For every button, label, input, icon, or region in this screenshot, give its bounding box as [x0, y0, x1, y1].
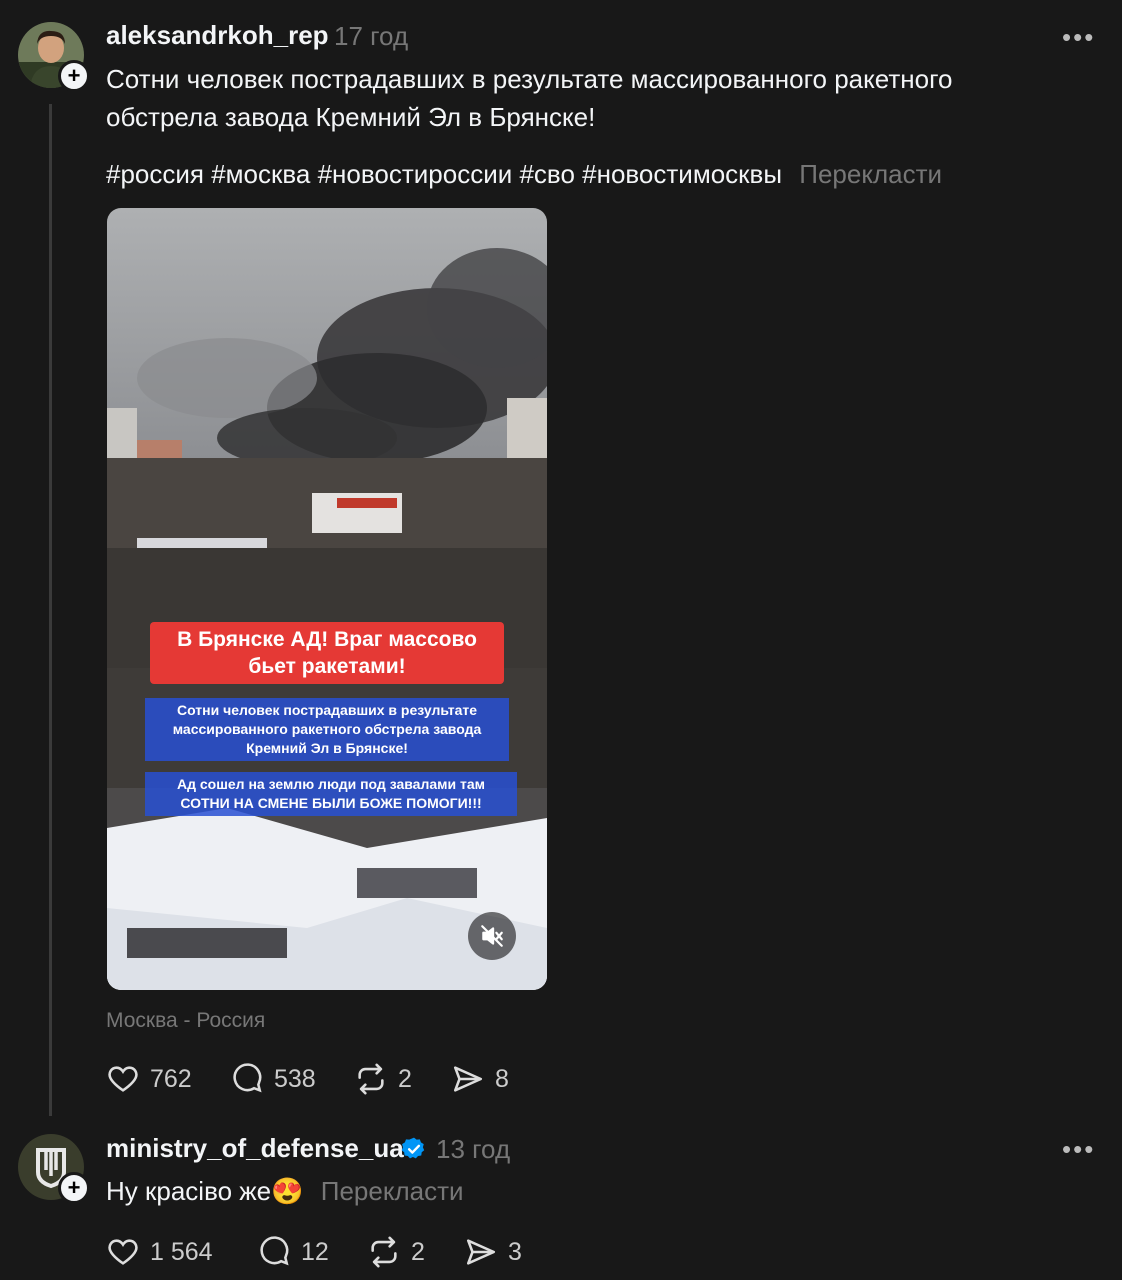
thread-line: [49, 104, 52, 1116]
follow-plus-icon[interactable]: +: [58, 60, 90, 92]
reply-follow-plus-icon[interactable]: +: [58, 1172, 90, 1204]
post-more-icon[interactable]: •••: [1062, 22, 1095, 53]
reply-time: 13 год: [436, 1134, 511, 1164]
post-video[interactable]: В Брянске АД! Враг массово бьет ракетами…: [107, 208, 547, 990]
reply-repost-count: 2: [411, 1237, 425, 1266]
mute-button[interactable]: [468, 912, 516, 960]
verified-badge-icon: [401, 1137, 425, 1159]
post-username[interactable]: aleksandrkoh_rep: [106, 20, 329, 51]
post-hashtags[interactable]: #россия #москва #новостироссии #сво #нов…: [106, 159, 782, 189]
post-time: 17 год: [334, 21, 409, 51]
like-count: 762: [150, 1064, 192, 1093]
reply-like-button[interactable]: 1 564: [106, 1235, 213, 1269]
like-button[interactable]: 762: [106, 1062, 192, 1096]
repost-icon: [358, 1063, 384, 1095]
repost-icon: [371, 1236, 397, 1268]
post-location[interactable]: Москва - Россия: [106, 1009, 265, 1033]
share-button[interactable]: 8: [451, 1062, 509, 1096]
comment-icon: [260, 1236, 289, 1266]
reply-translate-link[interactable]: Перекласти: [321, 1176, 464, 1206]
heart-icon: [108, 1239, 138, 1265]
post-text: Сотни человек пострадавших в результате …: [106, 64, 953, 132]
comment-count: 538: [274, 1064, 316, 1093]
video-scene: [107, 248, 547, 990]
reply-text: Ну красіво же😍: [106, 1176, 304, 1206]
post-translate-link[interactable]: Перекласти: [799, 159, 942, 189]
reply-text-row: Ну красіво же😍 Перекласти: [106, 1172, 464, 1210]
video-caption-1: Сотни человек пострадавших в результате …: [145, 698, 509, 761]
reply-share-button[interactable]: 3: [464, 1235, 522, 1269]
heart-icon: [108, 1066, 138, 1092]
repost-button[interactable]: 2: [354, 1062, 412, 1096]
video-caption-2: Ад сошел на землю люди под завалами там …: [145, 772, 517, 816]
reply-repost-button[interactable]: 2: [367, 1235, 425, 1269]
post-tags-row: #россия #москва #новостироссии #сво #нов…: [106, 155, 1106, 193]
reply-username[interactable]: ministry_of_defense_ua: [106, 1133, 404, 1164]
send-icon: [453, 1066, 483, 1092]
reply-like-count: 1 564: [150, 1237, 213, 1266]
speaker-muted-icon: [481, 925, 503, 947]
reply-comment-count: 12: [301, 1237, 329, 1266]
comment-icon: [233, 1063, 262, 1093]
comment-button[interactable]: 538: [230, 1062, 316, 1096]
repost-count: 2: [398, 1064, 412, 1093]
share-count: 8: [495, 1064, 509, 1093]
reply-share-count: 3: [508, 1237, 522, 1266]
reply-more-icon[interactable]: •••: [1062, 1134, 1095, 1165]
reply-comment-button[interactable]: 12: [257, 1235, 329, 1269]
video-banner-title: В Брянске АД! Враг массово бьет ракетами…: [150, 622, 504, 684]
send-icon: [466, 1239, 496, 1265]
